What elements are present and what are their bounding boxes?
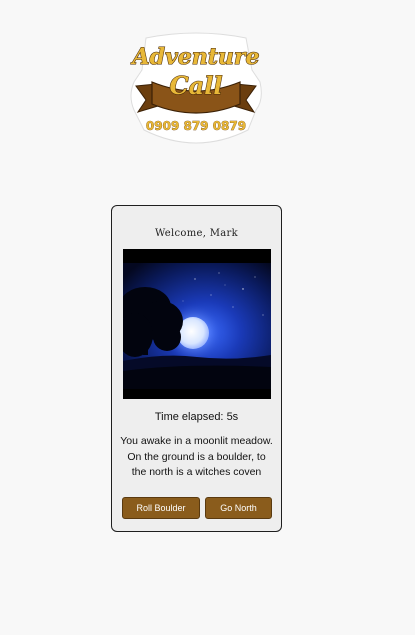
page: Adventure Call 0909 879 0879 Welcome, Ma… (0, 0, 415, 635)
game-card: Welcome, Mark Time elapsed: 5s You awake… (111, 205, 282, 532)
time-elapsed-label: Time elapsed: (154, 411, 224, 423)
scene-image (123, 249, 271, 399)
logo-title-line1: Adventure (131, 44, 260, 70)
story-text: You awake in a moonlit meadow. On the gr… (120, 435, 273, 478)
logo-phone: 0909 879 0879 (146, 119, 246, 133)
time-elapsed: Time elapsed: 5s (112, 411, 281, 423)
welcome-heading: Welcome, Mark (155, 228, 238, 239)
roll-boulder-button[interactable]: Roll Boulder (122, 497, 200, 519)
logo-title-line2: Call (170, 71, 223, 100)
go-north-button[interactable]: Go North (205, 497, 272, 519)
time-elapsed-value: 5s (226, 411, 239, 423)
adventure-call-logo: Adventure Call 0909 879 0879 (128, 30, 264, 154)
